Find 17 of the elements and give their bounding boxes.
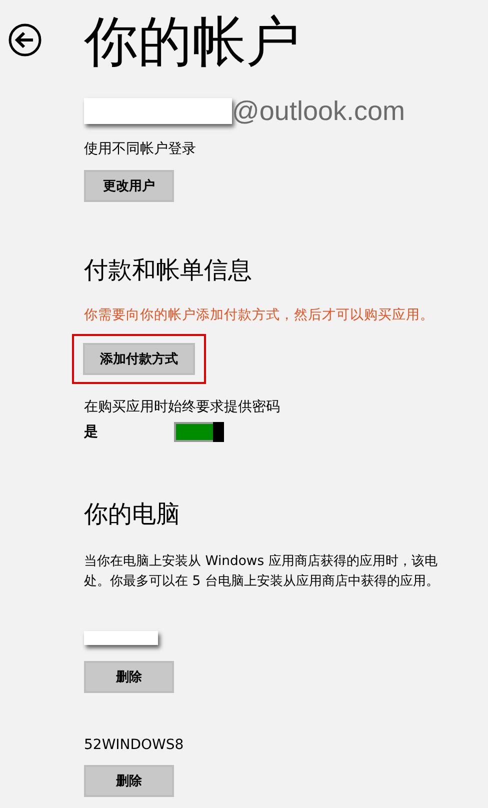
remove-button[interactable]: 删除 xyxy=(84,661,174,693)
section-heading: 你的电脑 xyxy=(84,499,181,530)
description-line: 当你在电脑上安装从 Windows 应用商店获得的应用时，该电 xyxy=(84,553,438,571)
warning-text: 你需要向你的帐户添加付款方式，然后才可以购买应用。 xyxy=(84,306,435,324)
toggle-state-text: 是 xyxy=(84,423,99,441)
description-line: 处。你最多可以在 5 台电脑上安装从应用商店中获得的应用。 xyxy=(84,573,440,591)
section-heading: 付款和帐单信息 xyxy=(84,255,253,286)
remove-button[interactable]: 删除 xyxy=(84,765,174,797)
add-payment-button[interactable]: 添加付款方式 xyxy=(83,343,195,375)
change-user-button[interactable]: 更改用户 xyxy=(84,170,174,202)
pc-name: 52WINDOWS8 xyxy=(84,737,185,753)
switch-account-text: 使用不同帐户登录 xyxy=(84,140,197,158)
password-setting-label: 在购买应用时始终要求提供密码 xyxy=(84,398,281,416)
page-title: 你的帐户 xyxy=(84,15,300,69)
password-toggle[interactable] xyxy=(174,422,224,442)
back-icon[interactable] xyxy=(8,23,42,57)
email-domain: @outlook.com xyxy=(232,96,405,126)
